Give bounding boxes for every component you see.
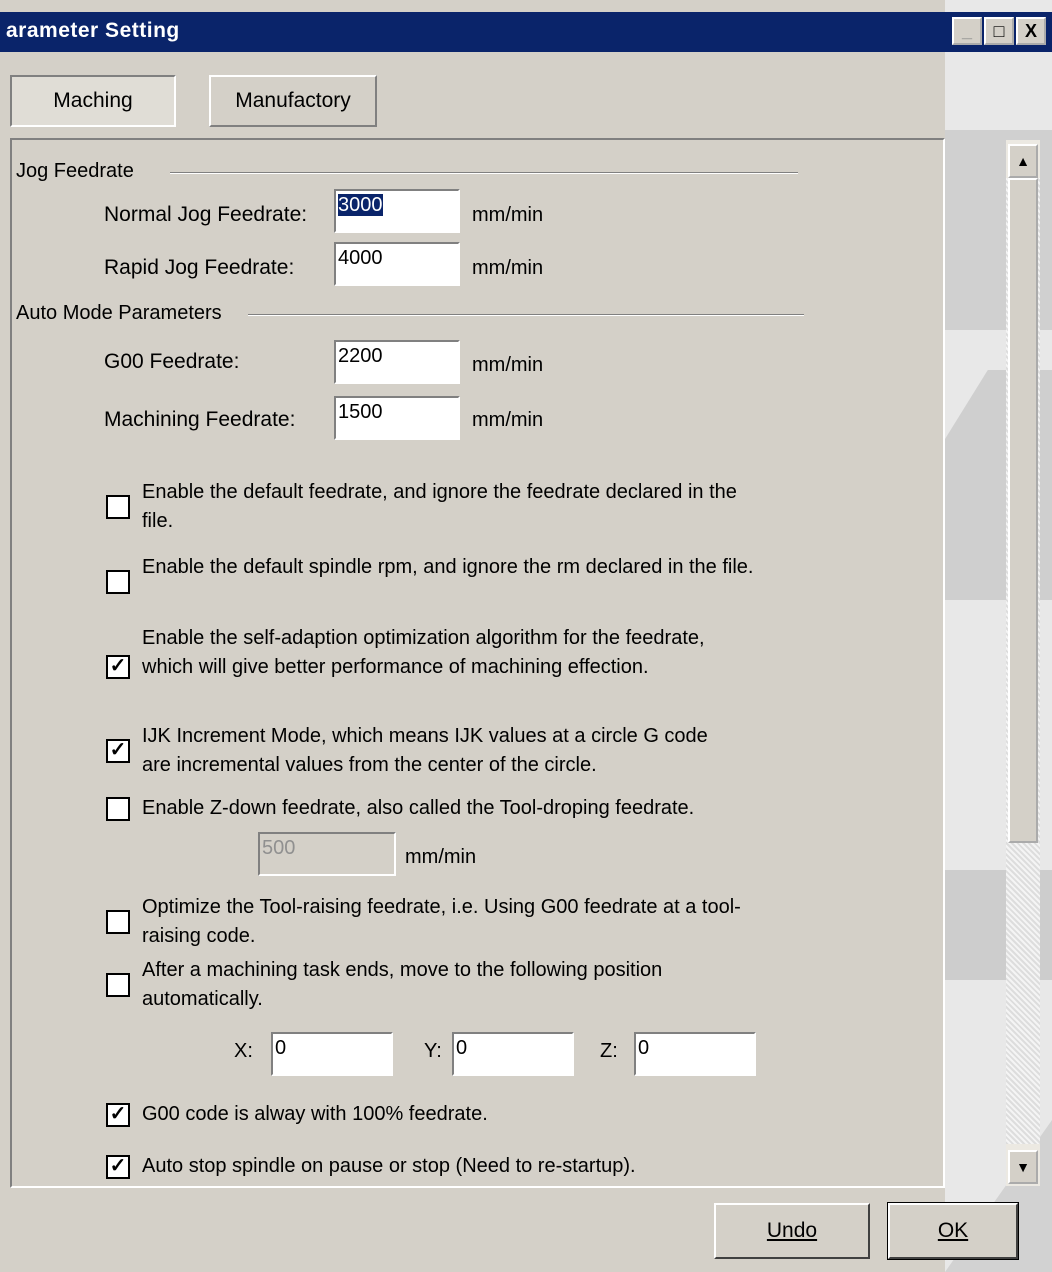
- default-spindle-checkbox[interactable]: [106, 570, 130, 594]
- scroll-down-icon[interactable]: ▼: [1008, 1150, 1038, 1184]
- vertical-scrollbar[interactable]: ▲ ▼: [1006, 140, 1040, 1186]
- x-label: X:: [234, 1040, 253, 1062]
- default-spindle-text: Enable the default spindle rpm, and igno…: [142, 556, 754, 578]
- ijk-increment-text: IJK Increment Mode, which means IJK valu…: [142, 725, 708, 776]
- tab-maching[interactable]: Maching: [10, 75, 176, 127]
- auto-stop-spindle-checkbox[interactable]: ✓: [106, 1155, 130, 1179]
- machining-feedrate-label: Machining Feedrate:: [104, 408, 296, 431]
- move-after-task-checkbox[interactable]: [106, 973, 130, 997]
- maximize-button[interactable]: □: [984, 17, 1014, 45]
- z-label: Z:: [600, 1040, 618, 1062]
- g00-feedrate-unit: mm/min: [472, 354, 544, 376]
- scrollbar-thumb[interactable]: [1008, 178, 1038, 843]
- z-position-input[interactable]: 0: [634, 1032, 756, 1076]
- y-position-input[interactable]: 0: [452, 1032, 574, 1076]
- machining-feedrate-unit: mm/min: [472, 409, 544, 431]
- normal-jog-input[interactable]: 3000: [334, 189, 460, 233]
- window-controls: _ □ X: [952, 17, 1052, 47]
- ok-label: OK: [937, 1219, 969, 1242]
- tool-raising-text: Optimize the Tool-raising feedrate, i.e.…: [142, 896, 741, 947]
- y-label: Y:: [424, 1040, 442, 1062]
- g00-feedrate-input[interactable]: 2200: [334, 340, 460, 384]
- g00-feedrate-label: G00 Feedrate:: [104, 350, 240, 373]
- rapid-jog-unit: mm/min: [472, 257, 544, 279]
- normal-jog-label: Normal Jog Feedrate:: [104, 203, 308, 226]
- x-position-input[interactable]: 0: [271, 1032, 393, 1076]
- z-down-text: Enable Z-down feedrate, also called the …: [142, 797, 695, 819]
- z-down-checkbox[interactable]: [106, 797, 130, 821]
- minimize-button[interactable]: _: [952, 17, 982, 45]
- parameter-setting-window: arameter Setting _ □ X Maching Manufacto…: [0, 0, 1052, 1272]
- default-feedrate-checkbox[interactable]: [106, 495, 130, 519]
- move-after-task-text: After a machining task ends, move to the…: [142, 959, 663, 1010]
- group-divider: [248, 314, 804, 316]
- z-down-unit: mm/min: [405, 846, 477, 868]
- auto-group-label: Auto Mode Parameters: [16, 302, 222, 324]
- self-adaption-text: Enable the self-adaption optimization al…: [142, 627, 705, 678]
- close-button[interactable]: X: [1016, 17, 1046, 45]
- rapid-jog-input[interactable]: 4000: [334, 242, 460, 286]
- z-down-feedrate-input[interactable]: 500: [258, 832, 396, 876]
- jog-group-label: Jog Feedrate: [16, 160, 134, 182]
- ok-button[interactable]: OK: [887, 1202, 1019, 1260]
- undo-button[interactable]: Undo: [714, 1203, 870, 1259]
- title-bar[interactable]: arameter Setting _ □ X: [0, 12, 1052, 52]
- tool-raising-checkbox[interactable]: [106, 910, 130, 934]
- undo-label: Undo: [766, 1219, 818, 1242]
- group-divider: [170, 172, 798, 174]
- window-title: arameter Setting: [6, 19, 180, 42]
- normal-jog-value: 3000: [338, 194, 383, 216]
- ijk-increment-checkbox[interactable]: ✓: [106, 739, 130, 763]
- rapid-jog-label: Rapid Jog Feedrate:: [104, 256, 295, 279]
- machining-feedrate-input[interactable]: 1500: [334, 396, 460, 440]
- scroll-up-icon[interactable]: ▲: [1008, 144, 1038, 178]
- tab-manufactory[interactable]: Manufactory: [209, 75, 377, 127]
- normal-jog-unit: mm/min: [472, 204, 544, 226]
- auto-stop-spindle-text: Auto stop spindle on pause or stop (Need…: [142, 1155, 636, 1177]
- default-feedrate-text: Enable the default feedrate, and ignore …: [142, 481, 737, 532]
- g00-100-checkbox[interactable]: ✓: [106, 1103, 130, 1127]
- g00-100-text: G00 code is alway with 100% feedrate.: [142, 1103, 488, 1125]
- self-adaption-checkbox[interactable]: ✓: [106, 655, 130, 679]
